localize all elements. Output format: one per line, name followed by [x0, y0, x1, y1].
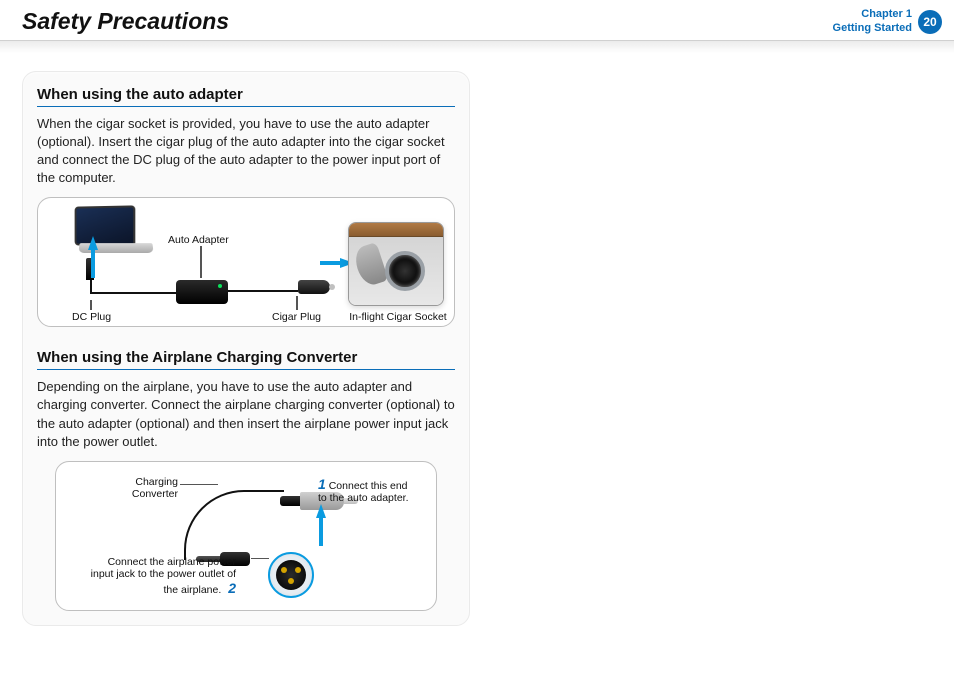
cable-segment	[90, 292, 176, 294]
arrow-up-icon	[88, 236, 98, 250]
step2-label: Connect the airplane power input jack to…	[86, 556, 236, 596]
adapter-brick-icon	[176, 280, 228, 304]
step2-text: Connect the airplane power input jack to…	[91, 556, 236, 596]
chapter-block: Chapter 1 Getting Started 20	[833, 8, 942, 36]
illustration-airplane-converter: Charging Converter 1 Connect this end to…	[55, 461, 437, 611]
main-card: When using the auto adapter When the cig…	[22, 71, 470, 627]
chapter-text: Chapter 1 Getting Started	[833, 8, 912, 36]
header-shadow	[0, 41, 954, 53]
section-heading-auto-adapter: When using the auto adapter	[37, 86, 455, 107]
step1-number: 1	[318, 476, 326, 492]
page-number-badge: 20	[918, 10, 942, 34]
section-heading-airplane-converter: When using the Airplane Charging Convert…	[37, 349, 455, 370]
arrow-up-icon	[316, 504, 326, 518]
leader-line	[251, 558, 269, 559]
section-body-airplane-converter: Depending on the airplane, you have to u…	[37, 378, 455, 451]
leader-line	[90, 300, 92, 310]
label-cigar-socket: In-flight Cigar Socket	[348, 311, 448, 323]
page-title: Safety Precautions	[22, 8, 229, 35]
illustration-auto-adapter: DC Plug Auto Adapter Cigar Plug In-fligh…	[37, 197, 455, 327]
cable-curve	[184, 490, 284, 560]
leader-line	[296, 296, 298, 310]
content-area: When using the auto adapter When the cig…	[0, 53, 954, 645]
label-auto-adapter: Auto Adapter	[168, 234, 229, 246]
cigar-socket-panel-icon	[348, 222, 444, 306]
label-cigar-plug: Cigar Plug	[272, 311, 321, 323]
cable-segment	[228, 290, 298, 292]
jack-callout-icon	[268, 552, 314, 598]
chapter-line-1: Chapter 1	[833, 8, 912, 22]
leader-line	[200, 246, 202, 278]
step2-number: 2	[228, 580, 236, 596]
leader-line	[180, 484, 218, 485]
label-dc-plug: DC Plug	[72, 311, 111, 323]
section-body-auto-adapter: When the cigar socket is provided, you h…	[37, 115, 455, 188]
laptop-icon	[73, 206, 151, 254]
step1-text: Connect this end to the auto adapter.	[318, 480, 409, 504]
cigar-plug-icon	[298, 280, 330, 294]
chapter-line-2: Getting Started	[833, 22, 912, 36]
step1-label: 1 Connect this end to the auto adapter.	[318, 476, 418, 504]
label-charging-converter: Charging Converter	[108, 476, 178, 500]
page-header: Safety Precautions Chapter 1 Getting Sta…	[0, 0, 954, 41]
